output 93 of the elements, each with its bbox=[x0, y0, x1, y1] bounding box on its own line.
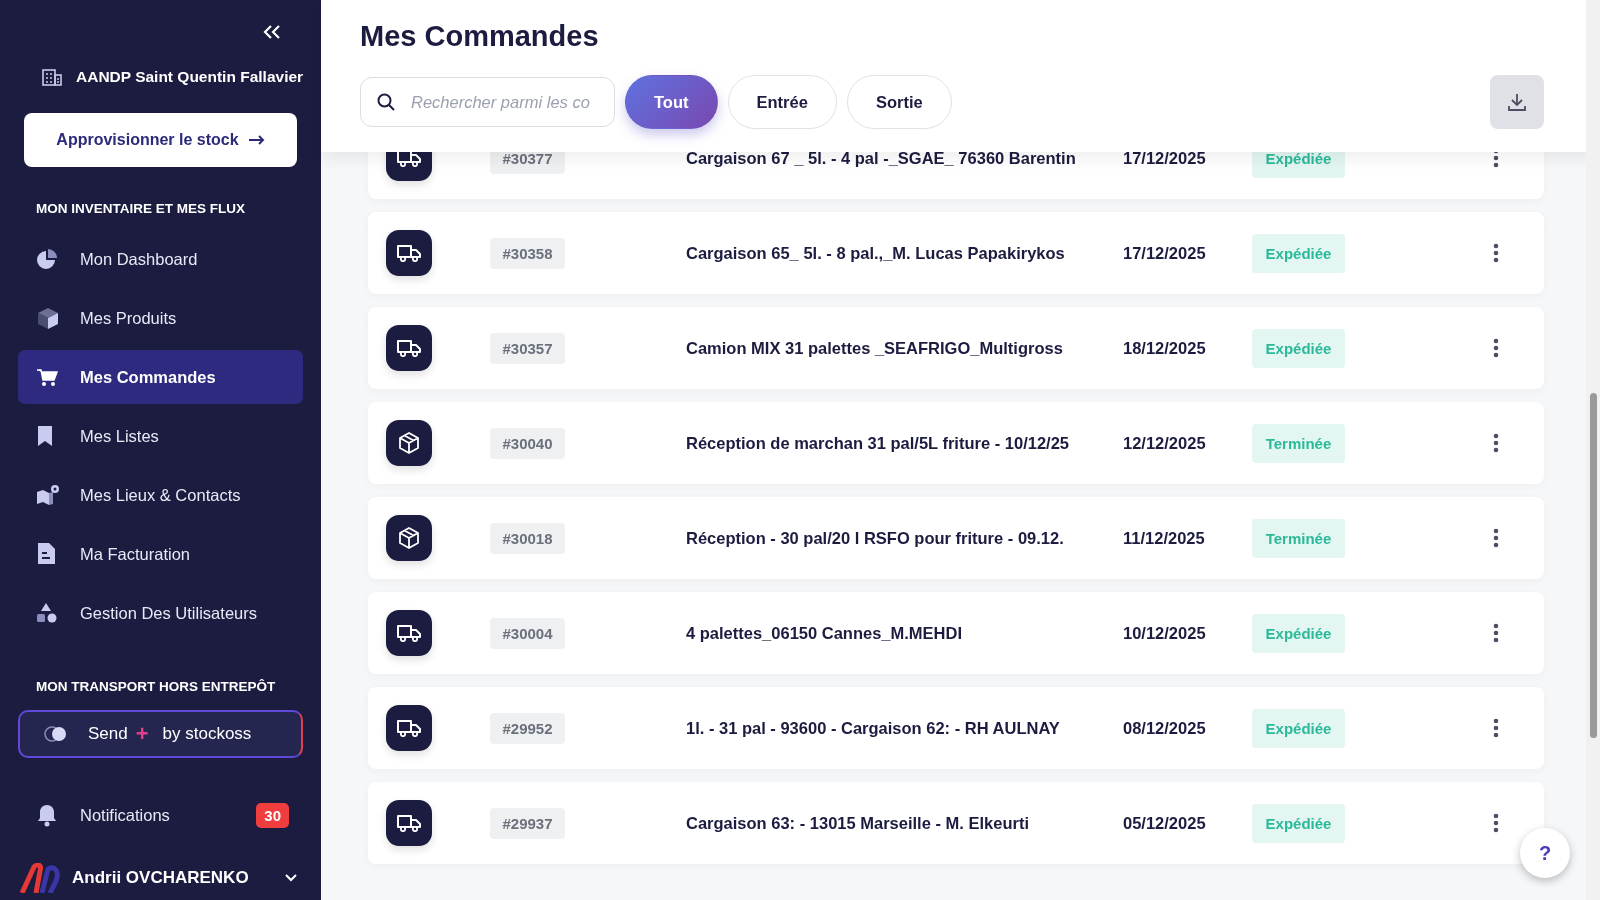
search-icon bbox=[377, 93, 395, 111]
shapes-icon bbox=[36, 602, 58, 624]
send-by-stockoss-button[interactable]: Send + by stockoss bbox=[18, 710, 303, 758]
cart-icon bbox=[36, 366, 58, 388]
order-description: Camion MIX 31 palettes _SEAFRIGO_Multigross bbox=[686, 338, 1064, 358]
more-options-icon[interactable] bbox=[1493, 623, 1499, 643]
building-icon bbox=[42, 68, 62, 86]
nav-item[interactable]: Mes Listes bbox=[18, 409, 303, 463]
nav-item[interactable]: Mes Commandes bbox=[18, 350, 303, 404]
status-tag: Expédiée bbox=[1252, 328, 1345, 368]
more-options-icon[interactable] bbox=[1493, 243, 1499, 263]
status-tag: Expédiée bbox=[1252, 803, 1345, 843]
truck-icon bbox=[397, 244, 421, 262]
order-description: Cargaison 65_ 5l. - 8 pal.,_M. Lucas Papakirykos bbox=[686, 243, 1066, 263]
pie-chart-icon bbox=[36, 248, 58, 270]
search-field[interactable]: Rechercher parmi les co bbox=[360, 77, 615, 127]
order-description: Cargaison 63: - 13015 Marseille - M. Elkeurti bbox=[686, 813, 1030, 833]
order-date: 08/12/2025 bbox=[1123, 718, 1207, 738]
order-id: #30357 bbox=[490, 332, 565, 364]
order-id: #30358 bbox=[490, 237, 565, 269]
order-card[interactable]: #30357 Camion MIX 31 palettes _SEAFRIGO_Multigross 18/12/2025 Expédiée bbox=[368, 307, 1544, 389]
box-icon bbox=[398, 527, 420, 549]
order-description: 4 palettes_06150 Cannes_M.MEHDI bbox=[686, 623, 964, 643]
toggle-icon bbox=[42, 726, 68, 742]
order-card[interactable]: #30018 Réception - 30 pal/20 l RSFO pour friture - 09.12. 11/12/2025 Terminée bbox=[368, 497, 1544, 579]
company-name: AANDP Saint Quentin Fallavier bbox=[76, 68, 304, 86]
order-card[interactable]: #30358 Cargaison 65_ 5l. - 8 pal.,_M. Lucas Papakirykos 17/12/2025 Expédiée bbox=[368, 212, 1544, 294]
order-id: #30040 bbox=[490, 427, 565, 459]
truck-icon bbox=[397, 339, 421, 357]
order-id: #30018 bbox=[490, 522, 565, 554]
status-tag: Expédiée bbox=[1252, 613, 1345, 653]
order-date: 11/12/2025 bbox=[1123, 528, 1206, 548]
order-id: #29937 bbox=[490, 807, 565, 839]
box-icon bbox=[398, 432, 420, 454]
status-tag: Expédiée bbox=[1252, 233, 1345, 273]
bell-icon bbox=[36, 803, 58, 827]
nav-item[interactable]: Mes Produits bbox=[18, 291, 303, 345]
cube-icon bbox=[36, 306, 60, 330]
order-description: Réception - 30 pal/20 l RSFO pour friture - 09.12. bbox=[686, 528, 1065, 548]
order-card[interactable]: #30377 Cargaison 67 _ 5l. - 4 pal -_SGAE_ 76360 Barentin 17/12/2025 Expédiée bbox=[368, 152, 1544, 199]
collapse-icon[interactable] bbox=[263, 24, 281, 40]
filter-tab[interactable]: Entrée bbox=[727, 75, 837, 129]
more-options-icon[interactable] bbox=[1493, 433, 1499, 453]
section-heading: MON TRANSPORT HORS ENTREPÔT bbox=[35, 679, 277, 694]
supply-stock-button[interactable]: Approvisionner le stock bbox=[24, 113, 297, 167]
order-card[interactable]: #29952 1l. - 31 pal - 93600 - Cargaison 62: - RH AULNAY 08/12/2025 Expédiée bbox=[368, 687, 1544, 769]
nav-item[interactable]: Mon Dashboard bbox=[18, 232, 303, 286]
bookmark-icon bbox=[36, 425, 54, 447]
order-date: 17/12/2025 bbox=[1123, 152, 1207, 168]
order-date: 17/12/2025 bbox=[1123, 243, 1207, 263]
map-pin-icon bbox=[36, 484, 60, 506]
order-description: Cargaison 67 _ 5l. - 4 pal -_SGAE_ 76360 Barentin bbox=[686, 152, 1077, 168]
filter-tab[interactable]: Tout bbox=[625, 75, 718, 129]
chevron-down-icon bbox=[285, 874, 297, 882]
filter-tab[interactable]: Sortie bbox=[846, 75, 952, 129]
notification-count: 30 bbox=[256, 802, 289, 828]
more-options-icon[interactable] bbox=[1493, 528, 1499, 548]
order-date: 12/12/2025 bbox=[1123, 433, 1207, 453]
status-tag: Expédiée bbox=[1252, 152, 1345, 178]
download-button[interactable] bbox=[1490, 75, 1544, 129]
truck-icon bbox=[397, 814, 421, 832]
nav-item[interactable]: Ma Facturation bbox=[18, 527, 303, 581]
status-tag: Expédiée bbox=[1252, 708, 1345, 748]
order-date: 05/12/2025 bbox=[1123, 813, 1207, 833]
order-card[interactable]: #30040 Réception de marchan 31 pal/5L friture - 10/12/25 12/12/2025 Terminée bbox=[368, 402, 1544, 484]
nav-item[interactable]: Mes Lieux & Contacts bbox=[18, 468, 303, 522]
more-options-icon[interactable] bbox=[1493, 813, 1499, 833]
more-options-icon[interactable] bbox=[1493, 152, 1499, 168]
order-id: #30377 bbox=[490, 152, 565, 174]
status-tag: Terminée bbox=[1252, 518, 1345, 558]
download-icon bbox=[1507, 92, 1527, 112]
user-menu[interactable]: Andrii OVCHARENKO bbox=[18, 863, 303, 893]
status-tag: Terminée bbox=[1252, 423, 1345, 463]
truck-icon bbox=[397, 719, 421, 737]
order-description: 1l. - 31 pal - 93600 - Cargaison 62: - RH AULNAY bbox=[686, 718, 1061, 738]
order-description: Réception de marchan 31 pal/5L friture - 10/12/25 bbox=[686, 433, 1070, 453]
more-options-icon[interactable] bbox=[1493, 338, 1499, 358]
order-id: #29952 bbox=[490, 712, 565, 744]
page-title: Mes Commandes bbox=[360, 20, 600, 53]
order-date: 10/12/2025 bbox=[1123, 623, 1207, 643]
invoice-icon bbox=[36, 542, 56, 566]
order-id: #30004 bbox=[490, 617, 565, 649]
truck-icon bbox=[397, 624, 421, 642]
more-options-icon[interactable] bbox=[1493, 718, 1499, 738]
section-heading: MON INVENTAIRE ET MES FLUX bbox=[35, 201, 246, 216]
nav-item[interactable]: Gestion Des Utilisateurs bbox=[18, 586, 303, 640]
avatar-logo-icon bbox=[18, 863, 62, 893]
notifications-item[interactable]: Notifications 30 bbox=[18, 788, 303, 842]
order-card[interactable]: #30004 4 palettes_06150 Cannes_M.MEHDI 10/12/2025 Expédiée bbox=[368, 592, 1544, 674]
arrow-right-icon bbox=[248, 135, 265, 145]
order-date: 18/12/2025 bbox=[1123, 338, 1207, 358]
scrollbar[interactable] bbox=[1586, 0, 1600, 900]
help-button[interactable]: ? bbox=[1520, 828, 1570, 878]
